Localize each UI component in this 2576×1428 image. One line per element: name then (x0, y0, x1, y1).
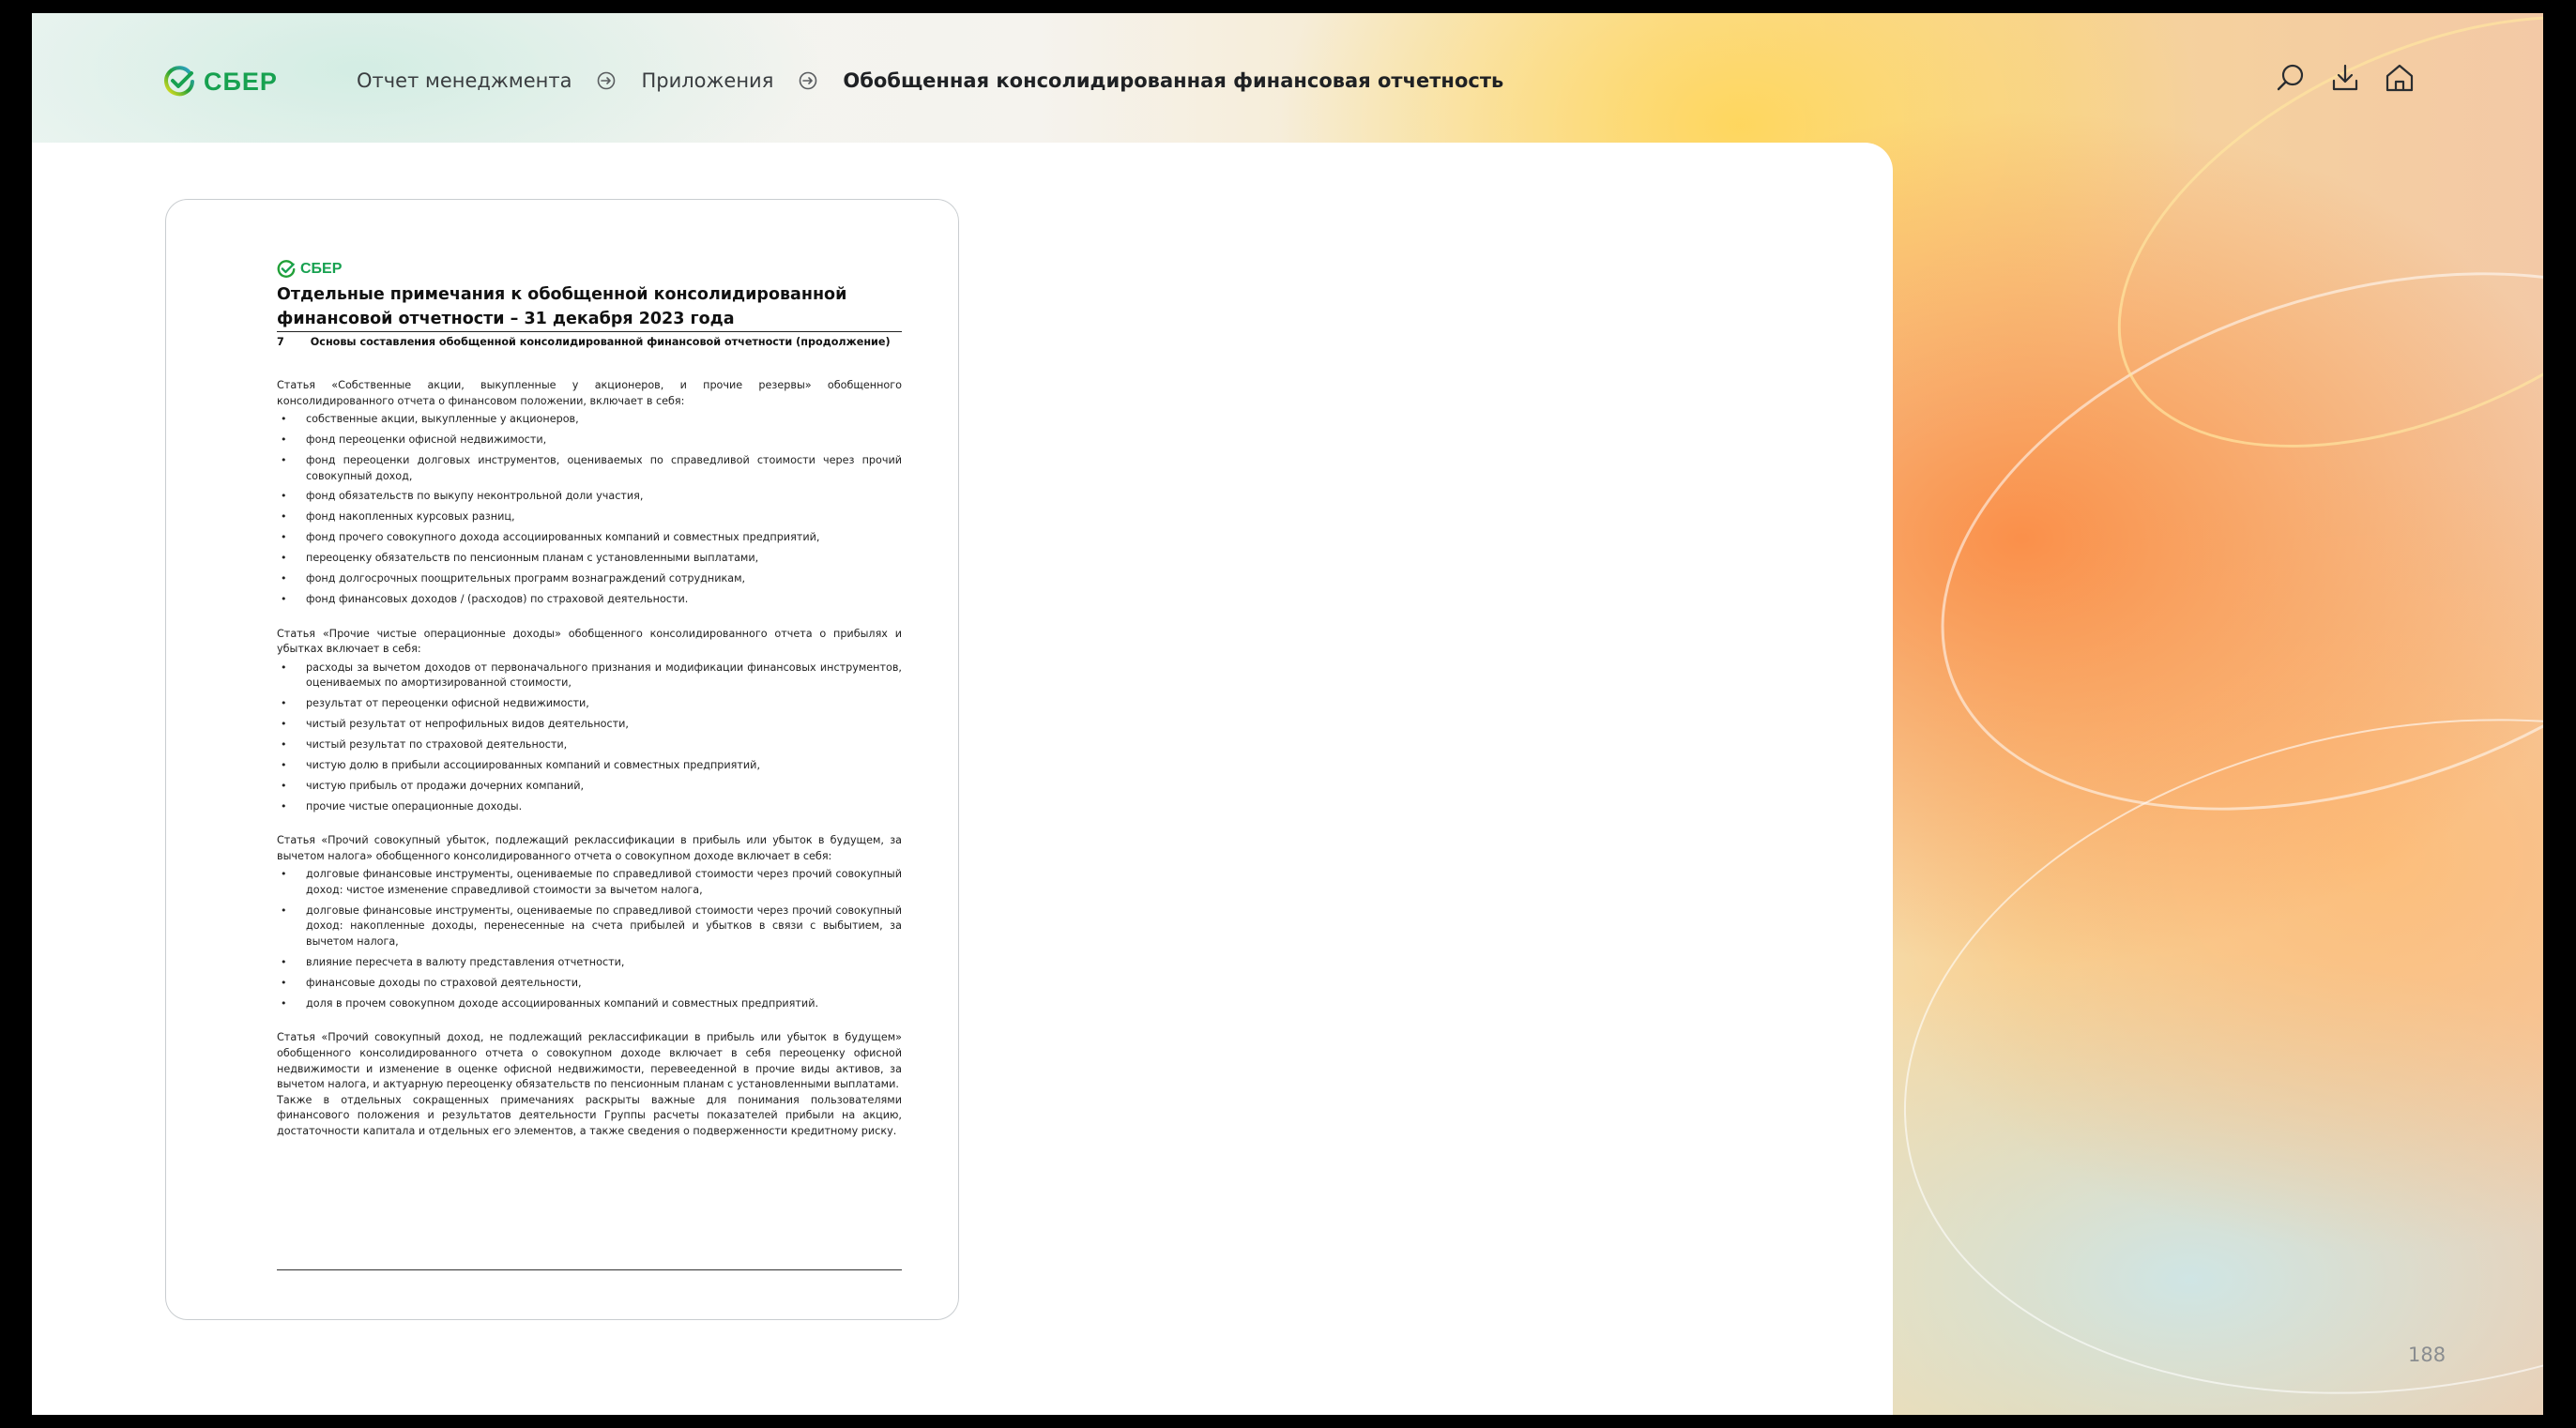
document-title: Отдельные примечания к обобщенной консол… (277, 285, 847, 328)
sber-logo[interactable]: СБЕР (163, 66, 278, 98)
paragraph: Статья «Прочий совокупный убыток, подлеж… (277, 834, 902, 862)
document-logo-text: СБЕР (300, 261, 343, 277)
breadcrumb-separator-icon (598, 71, 616, 90)
presentation-frame: СБЕР Отчет менеджмента Приложения Обобще… (32, 13, 2543, 1415)
list-item: прочие чистые операционные доходы. (277, 799, 902, 815)
list-item: чистый результат по страховой деятельнос… (277, 737, 902, 753)
paragraph: Статья «Собственные акции, выкупленные у… (277, 379, 902, 407)
paragraph: Также в отдельных сокращенных примечания… (277, 1093, 902, 1137)
list-item: собственные акции, выкупленные у акционе… (277, 412, 902, 428)
bullet-list: долговые финансовые инструменты, оценива… (277, 867, 902, 1011)
breadcrumb-item-appendices[interactable]: Приложения (641, 69, 773, 92)
list-item: фонд переоценки долговых инструментов, о… (277, 453, 902, 484)
list-item: фонд прочего совокупного дохода ассоциир… (277, 530, 902, 546)
list-item: чистую долю в прибыли ассоциированных ко… (277, 758, 902, 774)
background-wave (1871, 175, 2543, 908)
list-item: долговые финансовые инструменты, оценива… (277, 904, 902, 950)
list-item: фонд переоценки офисной недвижимости, (277, 433, 902, 448)
list-item: финансовые доходы по страховой деятельно… (277, 976, 902, 992)
breadcrumb-separator-icon (800, 71, 817, 90)
sber-logo-icon (164, 66, 194, 97)
logo-text: СБЕР (204, 67, 278, 96)
list-item: результат от переоценки офисной недвижим… (277, 696, 902, 712)
divider (277, 331, 902, 332)
list-item: чистый результат от непрофильных видов д… (277, 717, 902, 733)
bullet-list: собственные акции, выкупленные у акционе… (277, 412, 902, 607)
list-item: фонд долгосрочных поощрительных программ… (277, 571, 902, 587)
document-thumbnail[interactable]: СБЕР Отдельные примечания к обобщенной к… (165, 199, 959, 1320)
list-item: долговые финансовые инструменты, оценива… (277, 867, 902, 898)
list-item: чистую прибыль от продажи дочерних компа… (277, 779, 902, 795)
list-item: фонд финансовых доходов / (расходов) по … (277, 592, 902, 608)
list-item: фонд накопленных курсовых разниц, (277, 509, 902, 525)
breadcrumb-item-current: Обобщенная консолидированная финансовая … (843, 69, 1504, 92)
list-item: влияние пересчета в валюту представления… (277, 955, 902, 971)
page-number: 188 (2408, 1344, 2446, 1366)
paragraph: Статья «Прочие чистые операционные доход… (277, 627, 902, 656)
top-navigation: СБЕР Отчет менеджмента Приложения Обобще… (32, 13, 2543, 143)
breadcrumb: Отчет менеджмента Приложения Обобщенная … (357, 69, 1503, 92)
list-item: доля в прочем совокупном доходе ассоциир… (277, 996, 902, 1012)
download-icon[interactable] (2329, 62, 2361, 94)
header-tools (2275, 62, 2416, 94)
home-icon[interactable] (2384, 62, 2416, 94)
note-block-operating-income: Статья «Прочие чистые операционные доход… (277, 627, 902, 815)
note-block-oci-reclassified: Статья «Прочий совокупный убыток, подлеж… (277, 833, 902, 1011)
sber-logo-icon (277, 260, 296, 278)
section-title: Основы составления обобщенной консолидир… (310, 336, 891, 348)
document-body: Статья «Собственные акции, выкупленные у… (277, 378, 902, 1140)
divider (277, 1269, 902, 1270)
list-item: фонд обязательств по выкупу неконтрольно… (277, 489, 902, 505)
paragraph: Статья «Прочий совокупный доход, не подл… (277, 1031, 902, 1091)
background-wave (1850, 641, 2543, 1415)
search-icon[interactable] (2275, 62, 2307, 94)
list-item: расходы за вычетом доходов от первоначал… (277, 661, 902, 691)
note-block-equity: Статья «Собственные акции, выкупленные у… (277, 378, 902, 608)
bullet-list: расходы за вычетом доходов от первоначал… (277, 661, 902, 815)
section-heading: 7 Основы составления обобщенной консолид… (277, 335, 902, 350)
breadcrumb-item-management-report[interactable]: Отчет менеджмента (357, 69, 572, 92)
document-logo: СБЕР (277, 260, 342, 279)
list-item: переоценку обязательств по пенсионным пл… (277, 551, 902, 567)
section-number: 7 (277, 336, 284, 348)
